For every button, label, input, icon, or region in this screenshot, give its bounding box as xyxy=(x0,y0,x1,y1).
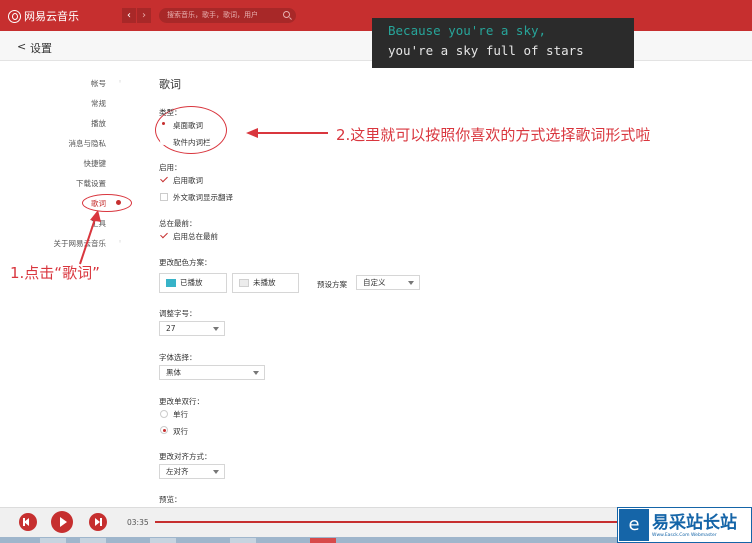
annotation-step-1: 1.点击“歌词” xyxy=(10,264,100,282)
unplayed-color-label: 未播放 xyxy=(253,278,276,287)
sidebar-item-shortcuts[interactable]: 快捷键 xyxy=(84,158,107,169)
sidebar-dot: ◦ xyxy=(118,238,123,246)
elapsed-time: 03:35 xyxy=(127,518,149,527)
annotation-arrow-up xyxy=(79,210,101,265)
unplayed-color-swatch xyxy=(239,279,249,287)
option-always-on-top[interactable]: 启用总在最前 xyxy=(173,231,218,242)
watermark-logo-icon: e xyxy=(619,509,649,541)
line-mode-label: 更改单双行： xyxy=(159,397,204,406)
lyric-line-current: Because you're a sky, xyxy=(388,23,547,38)
preset-select[interactable]: 自定义 xyxy=(356,275,420,290)
option-translation[interactable]: 外文歌词显示翻译 xyxy=(173,192,233,203)
nav-forward-button[interactable]: › xyxy=(137,8,151,23)
annotation-step-2: 2.这里就可以按照你喜欢的方式选择歌词形式啦 xyxy=(336,126,651,144)
search-input[interactable]: 搜索音乐，歌手，歌词，用户 xyxy=(159,8,296,23)
nav-back-button[interactable]: ‹ xyxy=(122,8,136,23)
played-color-swatch xyxy=(166,279,176,287)
font-size-value: 27 xyxy=(166,324,176,333)
taskbar-app-icon[interactable] xyxy=(230,538,256,543)
taskbar-app-icon[interactable] xyxy=(310,538,336,543)
played-color-button[interactable]: 已播放 xyxy=(159,273,227,293)
font-size-select[interactable]: 27 xyxy=(159,321,225,336)
taskbar-app-icon[interactable] xyxy=(40,538,66,543)
netease-logo-icon xyxy=(8,9,21,23)
search-icon[interactable] xyxy=(283,11,290,18)
sidebar-item-privacy[interactable]: 消息与隐私 xyxy=(69,138,107,149)
font-value: 黑体 xyxy=(166,368,181,377)
enable-label: 启用： xyxy=(159,163,182,172)
app-name: 网易云音乐 xyxy=(24,10,79,23)
sidebar-item-account[interactable]: 帐号 xyxy=(91,78,106,89)
previous-icon xyxy=(24,518,29,526)
checkbox-enable-lyrics[interactable] xyxy=(160,175,168,183)
settings-header-right xyxy=(634,31,752,61)
option-single-line[interactable]: 单行 xyxy=(173,409,188,420)
color-scheme-label: 更改配色方案： xyxy=(159,258,212,267)
option-enable-lyrics[interactable]: 启用歌词 xyxy=(173,175,203,186)
taskbar-app-icon[interactable] xyxy=(80,538,106,543)
chevron-down-icon xyxy=(253,371,259,375)
chevron-right-icon: › xyxy=(142,10,146,21)
progress-fill xyxy=(155,521,621,523)
search-placeholder: 搜索音乐，歌手，歌词，用户 xyxy=(167,11,258,19)
sidebar-item-playback[interactable]: 播放 xyxy=(91,118,106,129)
radio-desktop-lyrics[interactable] xyxy=(160,120,168,128)
taskbar-app-icon[interactable] xyxy=(150,538,176,543)
annotation-arrow-left xyxy=(246,128,328,138)
font-select[interactable]: 黑体 xyxy=(159,365,265,380)
unplayed-color-button[interactable]: 未播放 xyxy=(232,273,299,293)
radio-single-line[interactable] xyxy=(160,410,168,418)
back-icon[interactable]: < xyxy=(17,40,26,53)
page-title: 设置 xyxy=(30,42,52,55)
radio-double-line[interactable] xyxy=(160,426,168,434)
align-select[interactable]: 左对齐 xyxy=(159,464,225,479)
preview-label: 预览： xyxy=(159,495,182,504)
checkbox-translation[interactable] xyxy=(160,193,168,201)
watermark-subtitle: Www.Easck.Com Webmaster xyxy=(652,533,717,538)
chevron-down-icon xyxy=(213,470,219,474)
align-value: 左对齐 xyxy=(166,467,189,476)
checkbox-always-on-top[interactable] xyxy=(160,231,168,239)
sidebar-item-general[interactable]: 常规 xyxy=(91,98,106,109)
next-icon xyxy=(100,518,102,526)
sidebar-item-download[interactable]: 下载设置 xyxy=(76,178,106,189)
chevron-left-icon: ‹ xyxy=(127,10,131,21)
preset-label: 预设方案 xyxy=(317,280,347,289)
section-heading: 歌词 xyxy=(159,78,181,91)
option-desktop-lyrics[interactable]: 桌面歌词 xyxy=(173,120,203,131)
option-double-line[interactable]: 双行 xyxy=(173,426,188,437)
chevron-down-icon xyxy=(408,281,414,285)
watermark-title: 易采站长站 xyxy=(652,513,737,533)
play-icon xyxy=(60,517,67,527)
app-logo[interactable]: 网易云音乐 xyxy=(8,8,79,24)
chevron-down-icon xyxy=(213,327,219,331)
settings-header xyxy=(0,31,372,61)
progress-slider[interactable] xyxy=(155,521,625,523)
type-label: 类型： xyxy=(159,108,182,117)
radio-in-app-lyrics[interactable] xyxy=(160,137,168,145)
played-color-label: 已播放 xyxy=(180,278,203,287)
sidebar-dot: ◦ xyxy=(118,78,123,86)
preset-value: 自定义 xyxy=(363,278,386,287)
font-label: 字体选择： xyxy=(159,353,197,362)
option-in-app-lyrics[interactable]: 软件内词栏 xyxy=(173,137,211,148)
font-size-label: 调整字号： xyxy=(159,309,197,318)
lyric-line-next: you're a sky full of stars xyxy=(388,43,584,58)
align-label: 更改对齐方式： xyxy=(159,452,212,461)
always-on-top-label: 总在最前： xyxy=(159,219,197,228)
